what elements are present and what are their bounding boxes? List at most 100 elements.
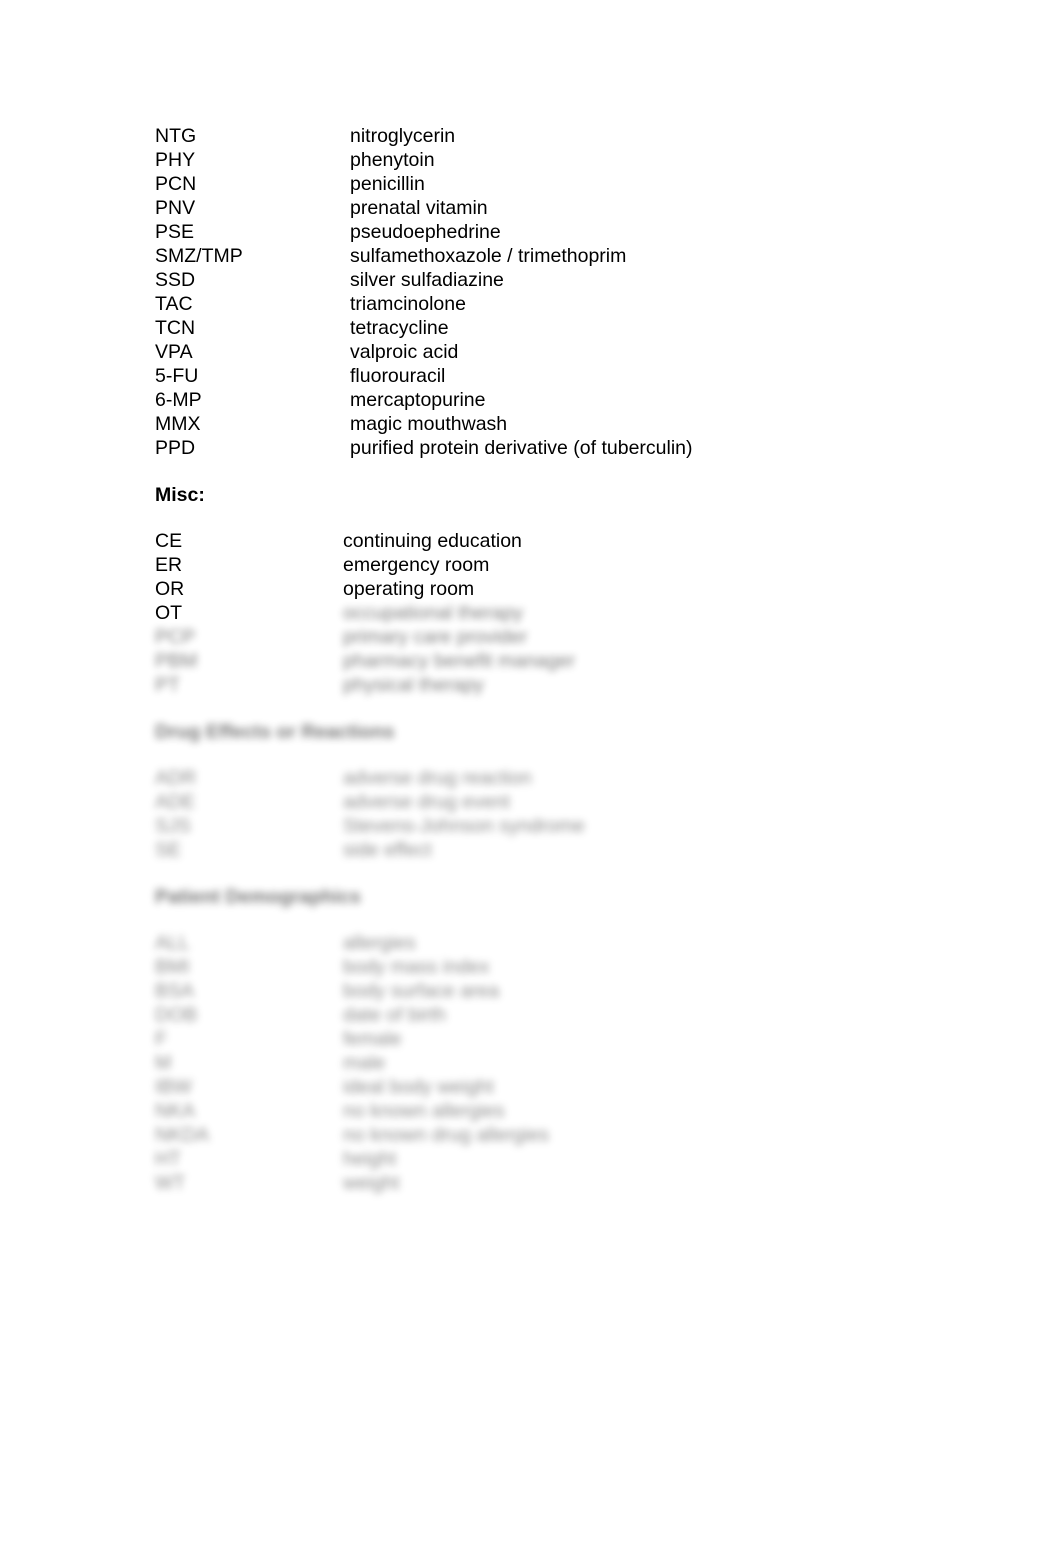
abbreviation-redacted: ADR xyxy=(155,767,197,789)
abbreviation: NTG xyxy=(155,125,197,147)
definition-row: NTG nitroglycerin xyxy=(155,124,1015,148)
abbreviation: PCN xyxy=(155,173,197,195)
definition-row: MMX magic mouthwash xyxy=(155,412,1015,436)
abbreviation-redacted: PCP xyxy=(155,626,196,648)
definition: triamcinolone xyxy=(350,293,466,315)
abbreviation: SSD xyxy=(155,269,196,291)
definition-redacted: weight xyxy=(343,1172,400,1194)
definition: pseudoephedrine xyxy=(350,221,501,243)
redacted-abbreviation-list-two: ADR adverse drug reaction ADE adverse drug… xyxy=(155,766,1015,862)
definition-row: ER emergency room xyxy=(155,553,1015,577)
definition-redacted: ideal body weight xyxy=(343,1076,494,1098)
definition: nitroglycerin xyxy=(350,125,456,147)
definition-row: OT occupational therapy xyxy=(155,601,1015,625)
definition-redacted: Stevens-Johnson syndrome xyxy=(343,815,585,837)
definition-redacted: adverse drug event xyxy=(343,791,510,813)
abbreviation-redacted: NKA xyxy=(155,1100,196,1122)
definition-row-redacted: IBW ideal body weight xyxy=(155,1075,1015,1099)
definition-row-redacted: ALL allergies xyxy=(155,931,1015,955)
abbreviation-redacted: M xyxy=(155,1052,172,1074)
abbreviation-redacted: ALL xyxy=(155,932,190,954)
definition-row: VPA valproic acid xyxy=(155,340,1015,364)
definition-row: PNV prenatal vitamin xyxy=(155,196,1015,220)
definition-row: 6-MP mercaptopurine xyxy=(155,388,1015,412)
definition: fluorouracil xyxy=(350,365,446,387)
definition: tetracycline xyxy=(350,317,449,339)
abbreviation: VPA xyxy=(155,341,193,363)
misc-abbreviation-list: CE continuing education ER emergency room … xyxy=(155,529,1015,697)
definition-redacted: female xyxy=(343,1028,402,1050)
definition-redacted: occupational therapy xyxy=(343,602,523,624)
definition-row-redacted: BMI body mass index xyxy=(155,955,1015,979)
definition: magic mouthwash xyxy=(350,413,508,435)
definition-row-redacted: SJS Stevens-Johnson syndrome xyxy=(155,814,1015,838)
definition-row-redacted: HT height xyxy=(155,1147,1015,1171)
definition-row-redacted: DOB date of birth xyxy=(155,1003,1015,1027)
definition-row-redacted: NKDA no known drug allergies xyxy=(155,1123,1015,1147)
definition-row: OR operating room xyxy=(155,577,1015,601)
definition-redacted: male xyxy=(343,1052,386,1074)
definition: prenatal vitamin xyxy=(350,197,488,219)
abbreviation-redacted: BMI xyxy=(155,956,190,978)
abbreviation-redacted: SE xyxy=(155,839,182,861)
abbreviation: TAC xyxy=(155,293,193,315)
definition-row-redacted: ADE adverse drug event xyxy=(155,790,1015,814)
definition-row-redacted: PCP primary care provider xyxy=(155,625,1015,649)
definition-row: PHY phenytoin xyxy=(155,148,1015,172)
definition-row: PCN penicillin xyxy=(155,172,1015,196)
definition-redacted: physical therapy xyxy=(343,674,484,696)
definition: penicillin xyxy=(350,173,425,195)
abbreviation-redacted: F xyxy=(155,1028,167,1050)
abbreviation-redacted: NKDA xyxy=(155,1124,210,1146)
abbreviation-redacted: SJS xyxy=(155,815,191,837)
definition-redacted: date of birth xyxy=(343,1004,446,1026)
definition-redacted: pharmacy benefit manager xyxy=(343,650,575,672)
section-heading-redacted: Drug Effects or Reactions xyxy=(155,721,395,743)
abbreviation: PNV xyxy=(155,197,196,219)
definition-row-redacted: PT physical therapy xyxy=(155,673,1015,697)
definition-redacted: no known drug allergies xyxy=(343,1124,549,1146)
definition: purified protein derivative (of tubercul… xyxy=(350,437,693,459)
abbreviation-redacted: PT xyxy=(155,674,180,696)
definition-redacted: height xyxy=(343,1148,397,1170)
definition-row: PSE pseudoephedrine xyxy=(155,220,1015,244)
definition-redacted: no known allergies xyxy=(343,1100,505,1122)
abbreviation: TCN xyxy=(155,317,196,339)
document-content: NTG nitroglycerin PHY phenytoin PCN penicil… xyxy=(155,124,1015,1195)
definition-row-redacted: ADR adverse drug reaction xyxy=(155,766,1015,790)
definition-redacted: allergies xyxy=(343,932,416,954)
document-page: NTG nitroglycerin PHY phenytoin PCN penicil… xyxy=(0,0,1062,1556)
definition: silver sulfadiazine xyxy=(350,269,504,291)
definition-row: SSD silver sulfadiazine xyxy=(155,268,1015,292)
definition: mercaptopurine xyxy=(350,389,486,411)
definition: continuing education xyxy=(343,530,522,552)
abbreviation-redacted: WT xyxy=(155,1172,186,1194)
definition-redacted: primary care provider xyxy=(343,626,528,648)
definition: sulfamethoxazole / trimethoprim xyxy=(350,245,627,267)
abbreviation: CE xyxy=(155,530,183,552)
abbreviation: ER xyxy=(155,554,183,576)
drug-abbreviation-list: NTG nitroglycerin PHY phenytoin PCN penicil… xyxy=(155,124,1015,460)
definition-row: PPD purified protein derivative (of tuber… xyxy=(155,436,1015,460)
section-heading-redacted: Patient Demographics xyxy=(155,886,361,908)
abbreviation: PHY xyxy=(155,149,196,171)
definition-row-redacted: BSA body surface area xyxy=(155,979,1015,1003)
abbreviation-redacted: HT xyxy=(155,1148,181,1170)
abbreviation: MMX xyxy=(155,413,201,435)
definition-row-redacted: SE side effect xyxy=(155,838,1015,862)
definition-row: TCN tetracycline xyxy=(155,316,1015,340)
definition-row-redacted: NKA no known allergies xyxy=(155,1099,1015,1123)
abbreviation: OT xyxy=(155,602,183,624)
abbreviation-redacted: BSA xyxy=(155,980,195,1002)
redacted-abbreviation-list-three: ALL allergies BMI body mass index BSA body … xyxy=(155,931,1015,1195)
abbreviation-redacted: IBW xyxy=(155,1076,192,1098)
definition-row: TAC triamcinolone xyxy=(155,292,1015,316)
definition-row-redacted: Mmale xyxy=(155,1051,1015,1075)
definition: valproic acid xyxy=(350,341,459,363)
abbreviation-redacted: PBM xyxy=(155,650,198,672)
